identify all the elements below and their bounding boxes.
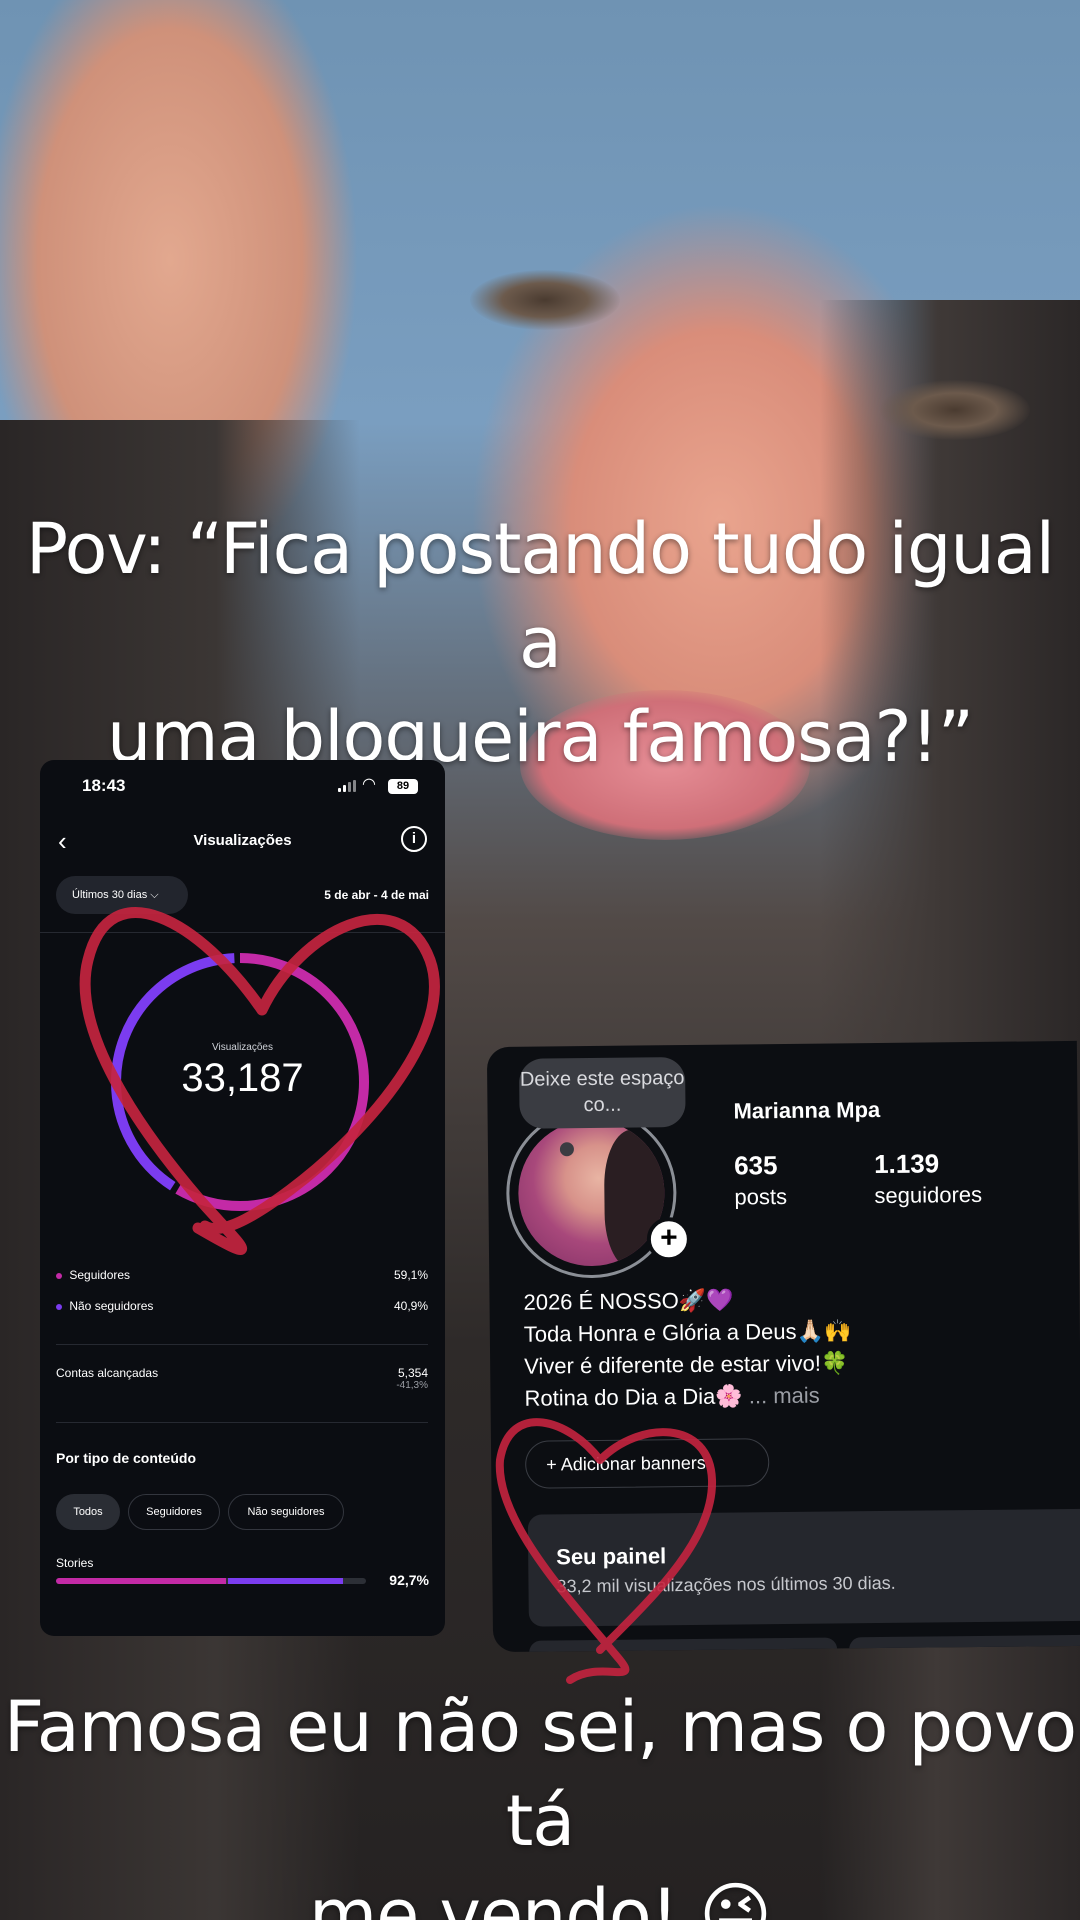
legend-followers: Seguidores 59,1% xyxy=(56,1268,428,1282)
stories-value: 92,7% xyxy=(389,1572,429,1588)
bio-line-last: Rotina do Dia a Dia🌸 ... mais xyxy=(524,1379,852,1414)
profile-name: Marianna Mpa xyxy=(733,1096,881,1124)
reach-value: 5,354 xyxy=(397,1366,428,1380)
chip-followers[interactable]: Seguidores xyxy=(128,1494,220,1530)
add-banners-button[interactable]: + Adicionar banners xyxy=(524,1438,770,1489)
followers-label: seguidores xyxy=(874,1181,983,1209)
bio-line: 2026 É NOSSO🚀💜 xyxy=(523,1287,734,1315)
chip-all[interactable]: Todos xyxy=(56,1494,120,1530)
followers-count[interactable]: 1.139 xyxy=(874,1148,939,1180)
bio-ellipsis: ... xyxy=(748,1383,768,1409)
status-time: 18:43 xyxy=(82,776,126,795)
add-banners-label: Adicionar banners xyxy=(560,1452,706,1475)
stories-bar xyxy=(56,1578,366,1584)
dashboard-panel[interactable]: Seu painel 33,2 mil visualizações nos úl… xyxy=(527,1508,1080,1627)
panel-title: Seu painel xyxy=(556,1543,667,1570)
reach-label: Contas alcançadas xyxy=(56,1366,159,1380)
date-range: 5 de abr - 4 de mai xyxy=(324,888,429,902)
insights-screenshot: 18:43 ◠ 89 ‹ Visualizações i Últimos 30 … xyxy=(40,760,445,1636)
signal-icon xyxy=(338,780,358,792)
caption-bottom-line2: me vendo! 😜 xyxy=(309,1874,772,1920)
bio-more-link[interactable]: mais xyxy=(773,1383,820,1408)
legend-followers-label: Seguidores xyxy=(69,1268,131,1282)
posts-count[interactable]: 635 xyxy=(734,1150,778,1181)
profile-screenshot: Deixe este espaço co... + Marianna Mpa 6… xyxy=(486,1040,1080,1653)
note-dot xyxy=(559,1142,574,1157)
eye-right xyxy=(880,380,1030,440)
insights-header: ‹ Visualizações i xyxy=(40,822,445,862)
date-filter-label: Últimos 30 dias xyxy=(72,889,148,901)
plus-icon: + xyxy=(546,1454,561,1475)
legend-non-followers-value: 40,9% xyxy=(393,1299,428,1313)
panel-subtitle: 33,2 mil visualizações nos últimos 30 di… xyxy=(556,1572,896,1597)
legend-followers-value: 59,1% xyxy=(393,1268,428,1282)
ring-label: Visualizações xyxy=(212,1042,273,1053)
page-title: Visualizações xyxy=(193,832,292,849)
avatar[interactable] xyxy=(517,1119,666,1267)
bio-line: Viver é diferente de estar vivo!🍀 xyxy=(524,1350,849,1379)
bio-line: Toda Honra e Glória a Deus🙏🏻🙌 xyxy=(523,1318,852,1347)
ring-value: 33,187 xyxy=(181,1056,304,1100)
wifi-icon: ◠ xyxy=(362,776,376,793)
date-filter-dropdown[interactable]: Últimos 30 dias ⌵ xyxy=(56,876,188,914)
caption-bottom: Famosa eu não sei, mas o povo tá me vend… xyxy=(0,1680,1080,1920)
posts-label: posts xyxy=(734,1183,788,1210)
caption-bottom-line1: Famosa eu não sei, mas o povo tá xyxy=(3,1686,1077,1862)
eye-left xyxy=(470,270,620,330)
note-bubble[interactable]: Deixe este espaço co... xyxy=(518,1057,686,1129)
divider xyxy=(56,1422,428,1423)
add-story-button[interactable]: + xyxy=(646,1216,692,1262)
reach-change: -41,3% xyxy=(396,1380,428,1391)
legend-non-followers-label: Não seguidores xyxy=(69,1299,154,1313)
profile-bio: 2026 É NOSSO🚀💜 Toda Honra e Glória a Deu… xyxy=(523,1283,852,1414)
bio-line: Rotina do Dia a Dia🌸 xyxy=(524,1383,743,1411)
followers-dot xyxy=(56,1272,62,1279)
stories-bar-non-followers xyxy=(227,1578,344,1584)
chevron-down-icon: ⌵ xyxy=(150,889,159,901)
reach-value-group: 5,354 -41,3% xyxy=(396,1366,428,1391)
section-title: Por tipo de conteúdo xyxy=(56,1450,196,1466)
divider xyxy=(40,932,445,933)
non-followers-dot xyxy=(56,1303,62,1310)
battery-icon: 89 xyxy=(388,779,418,794)
legend-non-followers: Não seguidores 40,9% xyxy=(56,1299,428,1313)
stories-bar-followers xyxy=(56,1578,226,1584)
divider xyxy=(56,1344,428,1345)
stories-label: Stories xyxy=(56,1556,94,1570)
reached-accounts-row[interactable]: Contas alcançadas 5,354 -41,3% xyxy=(56,1366,428,1391)
caption-top-line1: Pov: “Fica postando tudo igual a xyxy=(25,508,1055,684)
chip-non-followers[interactable]: Não seguidores xyxy=(228,1494,344,1530)
caption-top: Pov: “Fica postando tudo igual a uma blo… xyxy=(0,502,1080,784)
info-icon[interactable]: i xyxy=(401,826,427,852)
status-bar: 18:43 ◠ 89 xyxy=(40,760,445,812)
